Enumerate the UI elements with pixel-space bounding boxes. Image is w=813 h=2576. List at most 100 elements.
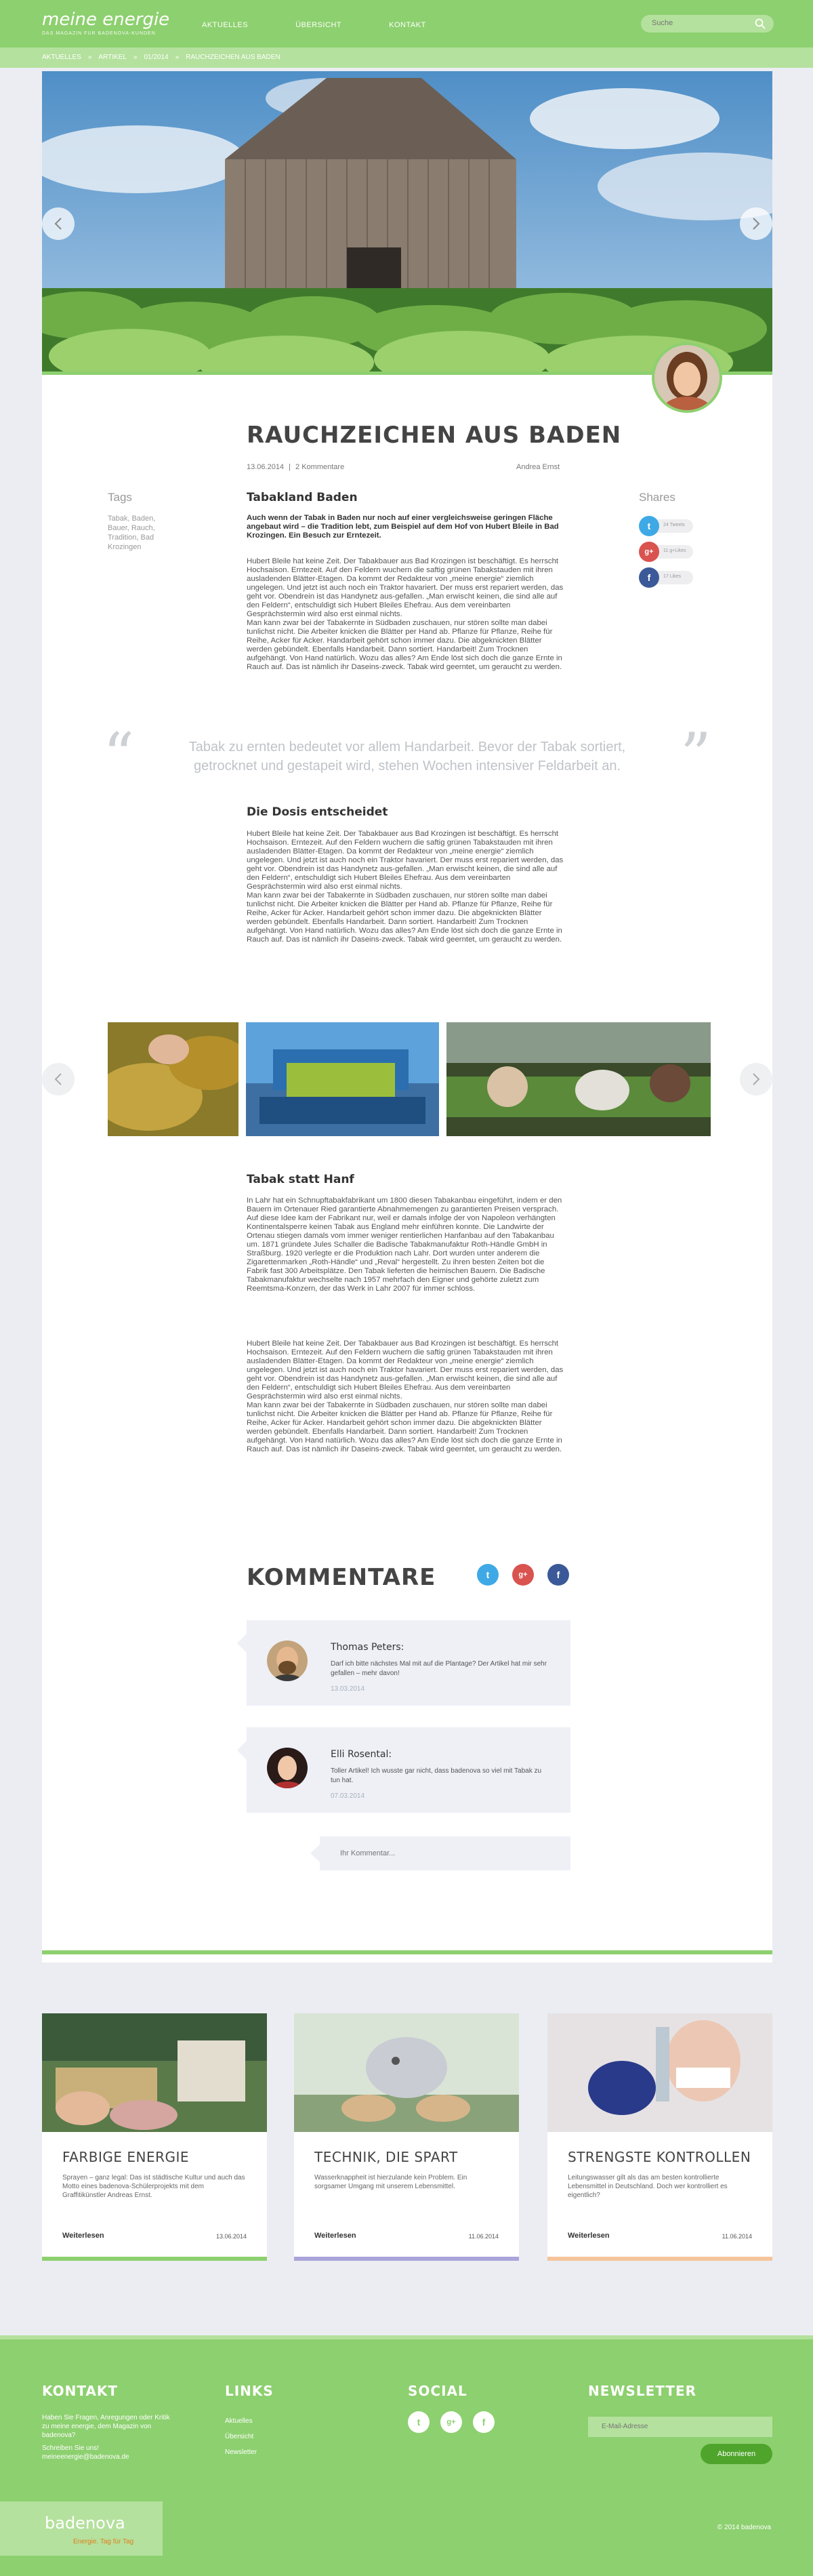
main-nav: AKTUELLES ÜBERSICHT KONTAKT [202, 21, 426, 29]
brand-slogan: Energie. Tag für Tag [73, 2538, 134, 2545]
twitter-icon[interactable]: t [639, 516, 659, 536]
footer-links-heading: LINKS [225, 2383, 274, 2399]
read-more-link[interactable]: Weiterlesen [62, 2232, 104, 2240]
related-card-title[interactable]: STRENGSTE KONTROLLEN [568, 2149, 751, 2165]
share-count: 11 g+Likes [663, 548, 686, 553]
avatar [267, 1641, 308, 1681]
logo-tagline: DAS MAGAZIN FÜR BADENOVA-KUNDEN [42, 31, 156, 36]
comment-author: Elli Rosental: [331, 1749, 392, 1760]
comment-item: Elli Rosental: Toller Artikel! Ich wusst… [237, 1727, 570, 1813]
section-heading: Tabakland Baden [247, 491, 358, 504]
section-heading: Tabak statt Hanf [247, 1173, 354, 1186]
google-plus-icon[interactable]: g+ [639, 542, 659, 562]
chevron-right-icon [753, 218, 760, 230]
badenova-logo[interactable]: badenova Energie. Tag für Tag [0, 2501, 163, 2556]
related-card-title[interactable]: FARBIGE ENERGIE [62, 2149, 189, 2165]
footer-contact-email[interactable]: meineenergie@badenova.de [42, 2453, 129, 2461]
related-card[interactable]: STRENGSTE KONTROLLEN Leitungswasser gilt… [547, 2013, 772, 2261]
gallery-prev-button[interactable] [42, 1063, 75, 1095]
article-paragraph: In Lahr hat ein Schnupftabakfabrikant um… [247, 1196, 562, 1293]
breadcrumb-item[interactable]: 01/2014 [144, 54, 168, 61]
breadcrumb-item-current: RAUCHZEICHEN AUS BADEN [186, 54, 280, 61]
article-paragraph: Hubert Bleile hat keine Zeit. Der Tabakb… [247, 557, 564, 671]
card-accent-bar [547, 2257, 772, 2261]
facebook-icon[interactable]: f [473, 2411, 495, 2433]
related-card-image[interactable] [547, 2013, 772, 2132]
quote-open-icon: “ [103, 720, 135, 791]
gallery-image[interactable] [108, 1022, 238, 1136]
footer-link[interactable]: Newsletter [225, 2449, 257, 2456]
article-author: Andrea Ernst [516, 463, 560, 471]
breadcrumb-separator: » [175, 54, 180, 61]
footer: KONTAKT Haben Sie Fragen, Anregungen ode… [0, 2335, 813, 2576]
facebook-icon[interactable]: f [639, 567, 659, 588]
related-card-title[interactable]: TECHNIK, DIE SPART [314, 2149, 458, 2165]
logo[interactable]: meine energie DAS MAGAZIN FÜR BADENOVA-K… [42, 9, 169, 36]
article-meta-separator: | [289, 463, 291, 471]
twitter-icon[interactable]: t [477, 1564, 499, 1586]
footer-link[interactable]: Übersicht [225, 2433, 253, 2440]
related-card[interactable]: FARBIGE ENERGIE Sprayen – ganz legal: Da… [42, 2013, 267, 2261]
related-card-date: 11.06.2014 [468, 2233, 499, 2240]
read-more-link[interactable]: Weiterlesen [314, 2232, 356, 2240]
share-count: 24 Tweets [663, 523, 685, 527]
comment-author: Thomas Peters: [331, 1642, 404, 1653]
related-card-desc: Leitungswasser gilt als das am besten ko… [568, 2174, 728, 2199]
gallery-image[interactable] [446, 1022, 711, 1136]
nav-kontakt[interactable]: KONTAKT [389, 21, 426, 29]
footer-social-heading: SOCIAL [408, 2383, 467, 2399]
chevron-left-icon [54, 218, 62, 230]
shares-heading: Shares [639, 491, 675, 504]
comment-input[interactable] [340, 1849, 543, 1857]
comment-date: 07.03.2014 [331, 1792, 365, 1800]
search-icon[interactable] [755, 18, 766, 33]
quote-close-icon: ” [680, 720, 712, 791]
facebook-icon[interactable]: f [547, 1564, 569, 1586]
newsletter-email-input[interactable] [602, 2423, 764, 2430]
footer-contact-heading: KONTAKT [42, 2383, 119, 2399]
article-paragraph: Hubert Bleile hat keine Zeit. Der Tabakb… [247, 830, 564, 944]
footer-link[interactable]: Aktuelles [225, 2417, 253, 2425]
footer-contact-text: Haben Sie Fragen, Anregungen oder Kritik… [42, 2414, 170, 2439]
newsletter-field [588, 2417, 772, 2437]
breadcrumb-item[interactable]: AKTUELLES [42, 54, 81, 61]
comments-count-link[interactable]: 2 Kommentare [295, 463, 344, 471]
gallery-image[interactable] [246, 1022, 439, 1136]
nav-uebersicht[interactable]: ÜBERSICHT [295, 21, 341, 29]
twitter-icon[interactable]: t [408, 2411, 430, 2433]
hero-next-button[interactable] [740, 207, 772, 240]
gallery-next-button[interactable] [740, 1063, 772, 1095]
article-title: RAUCHZEICHEN AUS BADEN [247, 422, 622, 449]
card-accent-bar [294, 2257, 519, 2261]
tags-list[interactable]: Tabak, Baden, Bauer, Rauch, Tradition, B… [108, 514, 175, 552]
google-plus-icon[interactable]: g+ [440, 2411, 462, 2433]
card-accent-bar [42, 2257, 267, 2261]
breadcrumb: AKTUELLES » ARTIKEL » 01/2014 » RAUCHZEI… [0, 47, 813, 68]
search-box [641, 15, 774, 33]
related-card-desc: Sprayen – ganz legal: Das ist städtische… [62, 2174, 245, 2199]
related-card[interactable]: TECHNIK, DIE SPART Wasserknappheit ist h… [294, 2013, 519, 2261]
share-count: 17 Likes [663, 574, 682, 579]
related-card-image[interactable] [294, 2013, 519, 2132]
breadcrumb-item[interactable]: ARTIKEL [98, 54, 127, 61]
google-plus-icon[interactable]: g+ [512, 1564, 534, 1586]
avatar [267, 1748, 308, 1788]
comment-text: Toller Artikel! Ich wusste gar nicht, da… [331, 1767, 542, 1784]
comment-text: Darf ich bitte nächstes Mal mit auf die … [331, 1660, 547, 1677]
related-card-date: 13.06.2014 [215, 2233, 247, 2240]
subscribe-button[interactable]: Abonnieren [701, 2444, 772, 2464]
search-input[interactable] [652, 19, 753, 27]
chevron-left-icon [54, 1073, 62, 1085]
breadcrumb-separator: » [87, 54, 92, 61]
nav-aktuelles[interactable]: AKTUELLES [202, 21, 248, 29]
author-avatar[interactable] [652, 342, 722, 413]
breadcrumb-separator: » [133, 54, 138, 61]
footer-contact-write: Schreiben Sie uns! [42, 2444, 99, 2452]
top-bar: meine energie DAS MAGAZIN FÜR BADENOVA-K… [0, 0, 813, 47]
brand-name: badenova [45, 2514, 125, 2533]
hero-prev-button[interactable] [42, 207, 75, 240]
section-heading: Die Dosis entscheidet [247, 805, 388, 819]
comment-reply-box [310, 1836, 570, 1870]
read-more-link[interactable]: Weiterlesen [568, 2232, 610, 2240]
related-card-image[interactable] [42, 2013, 267, 2132]
